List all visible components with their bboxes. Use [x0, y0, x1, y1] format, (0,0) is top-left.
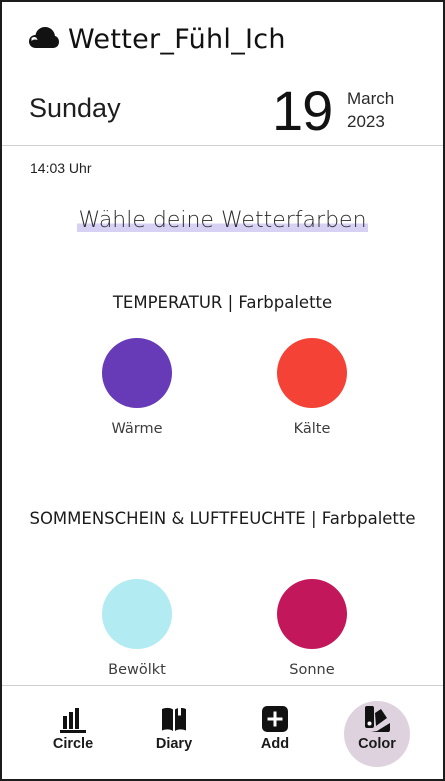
- nav-label-circle: Circle: [52, 736, 94, 752]
- day-number: 19: [272, 79, 333, 142]
- month-year: March 2023: [347, 87, 394, 133]
- color-swatch-waerme[interactable]: [102, 338, 172, 408]
- color-swatch-bewoelkt[interactable]: [102, 579, 172, 649]
- color-swatch-kaelte[interactable]: [277, 338, 347, 408]
- app-header: Wetter_Fühl_Ich: [2, 2, 443, 76]
- headline-wrap: Wähle deine Wetterfarben: [2, 208, 443, 233]
- swatch-label-bewoelkt: Bewölkt: [108, 662, 166, 678]
- bar-chart-icon: [60, 708, 86, 733]
- nav-item-circle[interactable]: Circle: [33, 698, 113, 768]
- section-title-temperature: TEMPERATUR | Farbpalette: [112, 293, 333, 312]
- swatch-label-waerme: Wärme: [111, 421, 163, 437]
- swatch-group-bewoelkt[interactable]: Bewölkt: [77, 579, 197, 678]
- year: 2023: [347, 112, 385, 131]
- app-title: Wetter_Fühl_Ich: [68, 23, 286, 55]
- nav-label-color: Color: [358, 736, 396, 752]
- nav-label-diary: Diary: [155, 736, 193, 752]
- add-box-icon: [262, 706, 288, 732]
- nav-item-diary[interactable]: Diary: [134, 698, 214, 768]
- book-icon: [162, 707, 186, 731]
- section-title-sunshine-humidity: SOMMENSCHEIN & LUFTFEUCHTE | Farbpalette: [29, 509, 416, 528]
- current-time: 14:03 Uhr: [30, 160, 92, 176]
- swatch-label-kaelte: Kälte: [293, 421, 331, 437]
- palette-icon: [365, 706, 390, 732]
- swatch-group-sonne[interactable]: Sonne: [252, 579, 372, 678]
- swatch-label-sonne: Sonne: [289, 662, 335, 678]
- date-row: Sunday 19 March 2023: [2, 76, 443, 146]
- nav-label-add: Add: [260, 736, 290, 752]
- app-frame: Wetter_Fühl_Ich Sunday 19 March 2023 14:…: [0, 0, 445, 781]
- weekday: Sunday: [29, 93, 121, 123]
- nav-item-add[interactable]: Add: [235, 698, 315, 768]
- nav-item-color[interactable]: Color: [337, 698, 417, 768]
- cloud-icon: [28, 24, 60, 55]
- bottom-nav: Circle Diary Add Color: [2, 685, 443, 779]
- month: March: [347, 89, 395, 108]
- swatch-group-waerme[interactable]: Wärme: [77, 338, 197, 437]
- swatch-group-kaelte[interactable]: Kälte: [252, 338, 372, 437]
- page-headline: Wähle deine Wetterfarben: [77, 208, 368, 233]
- color-swatch-sonne[interactable]: [277, 579, 347, 649]
